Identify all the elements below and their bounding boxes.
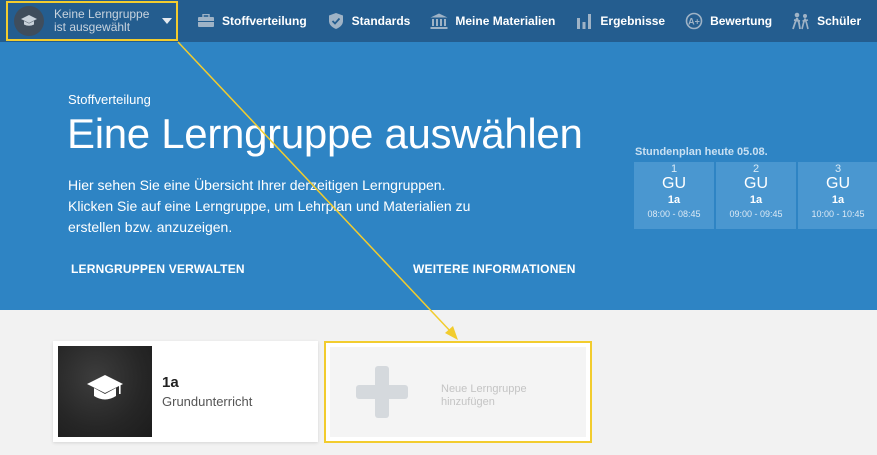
- slot-class: 1a: [831, 194, 845, 206]
- schedule-slot[interactable]: 1 GU 1a 08:00 - 08:45: [634, 162, 714, 229]
- group-selector-label: Keine Lerngruppe ist ausgewählt: [54, 8, 158, 34]
- add-group-label-line2: hinzufügen: [441, 396, 495, 408]
- more-info-link[interactable]: WEITERE INFORMATIONEN: [413, 262, 576, 276]
- top-navigation: Keine Lerngruppe ist ausgewählt Stoffver…: [0, 0, 877, 42]
- rating-badge-icon: A+: [684, 11, 704, 31]
- graduation-cap-icon: [14, 6, 44, 36]
- add-group-label: Neue Lerngruppe hinzufügen: [441, 383, 571, 409]
- nav-item-label: Standards: [351, 14, 411, 28]
- schedule-slot[interactable]: 2 GU 1a 09:00 - 09:45: [716, 162, 796, 229]
- hero-banner: Stoffverteilung Eine Lerngruppe auswähle…: [0, 42, 877, 310]
- svg-text:A+: A+: [688, 17, 700, 27]
- nav-item-label: Ergebnisse: [600, 14, 666, 28]
- manage-groups-link[interactable]: LERNGRUPPEN VERWALTEN: [71, 262, 245, 276]
- slot-time: 09:00 - 09:45: [729, 209, 783, 219]
- nav-item-bewertung[interactable]: A+ Bewertung: [684, 11, 772, 31]
- nav-item-label: Schüler: [817, 14, 862, 28]
- nav-item-stoffverteilung[interactable]: Stoffverteilung: [196, 11, 307, 31]
- nav-item-label: Meine Materialien: [455, 14, 556, 28]
- group-card-image: [58, 346, 152, 437]
- slot-number: 2: [752, 163, 760, 175]
- briefcase-icon: [196, 11, 216, 31]
- slot-subject: GU: [744, 175, 768, 192]
- slot-class: 1a: [667, 194, 681, 206]
- nav-item-label: Stoffverteilung: [222, 14, 307, 28]
- shield-check-icon: [326, 11, 346, 31]
- nav-item-ergebnisse[interactable]: Ergebnisse: [574, 11, 665, 31]
- nav-item-label: Bewertung: [710, 14, 773, 28]
- add-group-label-line1: Neue Lerngruppe: [441, 383, 527, 395]
- bar-chart-icon: [574, 11, 594, 31]
- library-icon: [429, 11, 449, 31]
- slot-number: 3: [834, 163, 842, 175]
- schedule-slot[interactable]: 3 GU 1a 10:00 - 10:45: [798, 162, 877, 229]
- slot-number: 1: [670, 163, 678, 175]
- nav-item-meine-materialien[interactable]: Meine Materialien: [429, 11, 555, 31]
- slot-time: 10:00 - 10:45: [811, 209, 865, 219]
- slot-subject: GU: [662, 175, 686, 192]
- page-title: Eine Lerngruppe auswählen: [67, 110, 583, 157]
- add-group-card[interactable]: Neue Lerngruppe hinzufügen: [324, 341, 592, 443]
- slot-subject: GU: [826, 175, 850, 192]
- page-description: Hier sehen Sie eine Übersicht Ihrer derz…: [68, 177, 471, 235]
- schedule-slots: 1 GU 1a 08:00 - 08:45 2 GU 1a 09:00 - 09…: [634, 162, 877, 229]
- group-card-subtitle: Grundunterricht: [162, 394, 253, 409]
- plus-icon: [356, 366, 408, 423]
- schedule-label: Stundenplan heute 05.08.: [635, 146, 768, 158]
- graduation-cap-icon: [85, 373, 125, 410]
- group-selector-line2: ist ausgewählt: [54, 20, 131, 34]
- learning-group-selector[interactable]: Keine Lerngruppe ist ausgewählt: [6, 1, 178, 41]
- nav-item-standards[interactable]: Standards: [326, 11, 411, 31]
- breadcrumb: Stoffverteilung: [68, 92, 151, 107]
- main-menu: Stoffverteilung Standards Meine Material…: [196, 0, 877, 42]
- students-icon: [791, 11, 811, 31]
- group-card-title: 1a: [162, 374, 179, 391]
- slot-time: 08:00 - 08:45: [647, 209, 701, 219]
- nav-item-schueler[interactable]: Schüler: [791, 11, 861, 31]
- group-card[interactable]: 1a Grundunterricht: [53, 341, 318, 442]
- slot-class: 1a: [749, 194, 763, 206]
- chevron-down-icon: [162, 18, 172, 24]
- add-group-card-body: Neue Lerngruppe hinzufügen: [330, 347, 586, 437]
